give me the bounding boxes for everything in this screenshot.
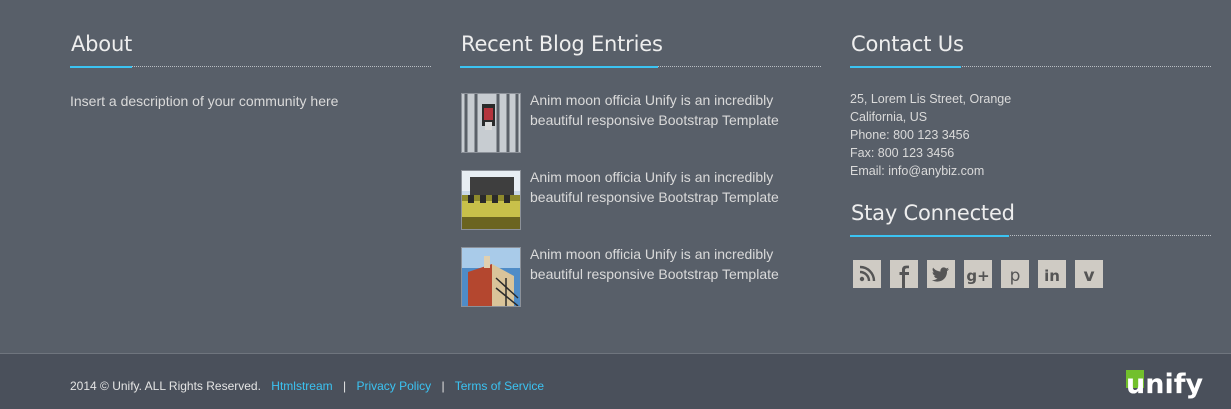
contact-title: Contact Us [851,32,964,56]
blog-post-line: Anim moon officia Unify is an incredibly [530,92,774,108]
address-line: 25, Lorem Lis Street, Orange [850,92,1012,106]
copyright-text: 2014 © Unify. ALL Rights Reserved. [70,379,261,393]
blog-thumbnail[interactable] [461,93,521,153]
social-icons: g+ p in v [853,260,1211,288]
blog-post-line: Anim moon officia Unify is an incredibly [530,246,774,262]
address-line: California, US [850,110,928,124]
blog-post[interactable]: Anim moon officia Unify is an incredibly… [460,167,821,247]
unify-logo[interactable]: unify [1126,368,1212,402]
copyright-bar: 2014 © Unify. ALL Rights Reserved. Htmls… [0,353,1231,409]
about-column: About Insert a description of your commu… [70,30,431,111]
pinterest-icon[interactable]: p [1001,260,1029,288]
blog-post[interactable]: Anim moon officia Unify is an incredibly… [460,90,821,170]
blog-post-line: beautiful responsive Bootstrap Template [530,266,779,282]
contact-column: Contact Us 25, Lorem Lis Street, Orange … [850,30,1211,288]
blog-post-text[interactable]: Anim moon officia Unify is an incredibly… [530,90,779,130]
privacy-policy-link[interactable]: Privacy Policy [356,379,431,393]
google-plus-icon[interactable]: g+ [964,260,992,288]
htmlstream-link[interactable]: Htmlstream [271,379,332,393]
vimeo-icon[interactable]: v [1075,260,1103,288]
heading-underline [70,66,132,68]
blog-post-text[interactable]: Anim moon officia Unify is an incredibly… [530,244,779,284]
linkedin-icon[interactable]: in [1038,260,1066,288]
blog-post-line: beautiful responsive Bootstrap Template [530,189,779,205]
blog-title: Recent Blog Entries [461,32,663,56]
footer-main: About Insert a description of your commu… [0,0,1231,353]
logo-text: unify [1126,369,1203,400]
rss-icon[interactable] [853,260,881,288]
blog-heading: Recent Blog Entries [460,30,821,68]
social-title: Stay Connected [851,201,1015,225]
about-heading: About [70,30,431,68]
blog-column: Recent Blog Entries Anim moon officia Un… [460,30,821,324]
blog-thumbnail[interactable] [461,170,521,230]
blog-post[interactable]: Anim moon officia Unify is an incredibly… [460,244,821,324]
link-separator: | [441,379,445,393]
contact-heading: Contact Us [850,30,1211,68]
about-description: Insert a description of your community h… [70,93,339,109]
blog-post-text[interactable]: Anim moon officia Unify is an incredibly… [530,167,779,207]
fax-text: Fax: 800 123 3456 [850,146,955,160]
phone-text: Phone: 800 123 3456 [850,128,970,142]
heading-underline [850,235,1009,237]
copyright-line: 2014 © Unify. ALL Rights Reserved. Htmls… [70,379,544,393]
heading-underline [850,66,961,68]
terms-of-service-link[interactable]: Terms of Service [455,379,544,393]
facebook-icon[interactable] [890,260,918,288]
about-title: About [71,32,133,56]
email-text[interactable]: Email: info@anybiz.com [850,162,1211,180]
blog-thumbnail[interactable] [461,247,521,307]
blog-post-line: beautiful responsive Bootstrap Template [530,112,779,128]
contact-details: 25, Lorem Lis Street, Orange California,… [850,90,1211,180]
heading-underline [460,66,658,68]
twitter-icon[interactable] [927,260,955,288]
social-heading: Stay Connected [850,199,1211,237]
link-separator: | [342,379,347,393]
blog-post-line: Anim moon officia Unify is an incredibly [530,169,774,185]
